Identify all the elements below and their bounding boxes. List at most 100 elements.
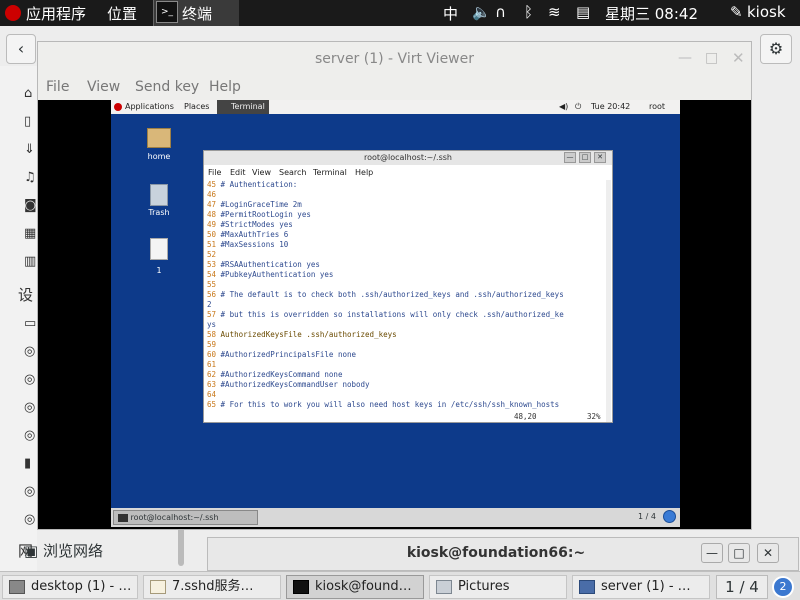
guest-terminal-button[interactable]: Terminal xyxy=(217,100,269,114)
top-bar: 应用程序 位置 >_ 终端 中 🔈 ∩ ᛒ ≋ ▤ 星期三 08:42 ✎ ki… xyxy=(0,0,800,26)
clipboard-icon[interactable]: ▤ xyxy=(576,3,590,21)
maximize-icon[interactable]: □ xyxy=(705,50,718,66)
headphones-icon[interactable]: ∩ xyxy=(495,3,506,21)
taskbar-item-label: Pictures xyxy=(458,579,510,594)
taskbar-item-label: kiosk@found… xyxy=(315,579,412,594)
host-close-icon[interactable]: ✕ xyxy=(757,543,779,563)
notification-icon[interactable]: 2 xyxy=(772,576,794,598)
line-number: 52 xyxy=(207,250,217,259)
trash-icon[interactable]: ▥ xyxy=(24,254,36,269)
guest-power-icon[interactable]: ⏻ xyxy=(575,102,581,112)
terminal-menubar: File Edit View Search Terminal Help xyxy=(204,167,612,179)
host-terminal-title[interactable]: kiosk@foundation66:~ xyxy=(208,538,784,568)
line-number: 46 xyxy=(207,190,217,199)
editor-line: 47 #LoginGraceTime 2m xyxy=(207,200,302,210)
editor-line: 53 #RSAAuthentication yes xyxy=(207,260,320,270)
menu-file[interactable]: File xyxy=(46,79,69,95)
line-text: # Authentication: xyxy=(220,180,298,189)
network-icon: ▣ xyxy=(24,542,39,560)
desktop-icon-trash[interactable]: Trash xyxy=(139,184,179,217)
volume-icon[interactable]: 🔈 xyxy=(472,3,491,21)
host-maximize-icon[interactable]: □ xyxy=(728,543,750,563)
drive-icon[interactable]: ▭ xyxy=(24,316,36,331)
sidebar-scrollbar[interactable] xyxy=(178,526,184,566)
menu-send-key[interactable]: Send key xyxy=(135,79,199,95)
terminal-body[interactable]: 45 # Authentication: 46 47 #LoginGraceTim… xyxy=(207,180,607,423)
drive-icon[interactable]: ◎ xyxy=(24,400,35,415)
window-title[interactable]: server (1) - Virt Viewer xyxy=(38,42,751,76)
desktop-icon-label: Trash xyxy=(148,208,170,217)
downloads-icon[interactable]: ⇓ xyxy=(24,142,35,157)
drive-icon[interactable]: ◎ xyxy=(24,344,35,359)
datetime-clock[interactable]: 星期三 08:42 xyxy=(605,3,698,24)
terminal-menu-view[interactable]: View xyxy=(252,168,271,177)
editor-line: 55 xyxy=(207,280,216,290)
terminal-title[interactable]: root@localhost:~/.ssh xyxy=(204,151,612,165)
terminal-menu-help[interactable]: Help xyxy=(355,168,373,177)
music-icon[interactable]: ♫ xyxy=(24,170,36,185)
guest-clock[interactable]: Tue 20:42 xyxy=(591,102,630,111)
line-text: ys xyxy=(207,320,217,329)
desktop-icon-label: 1 xyxy=(156,266,162,275)
terminal-menu-terminal[interactable]: Terminal xyxy=(313,168,347,177)
guest-places-menu[interactable]: Places xyxy=(184,102,209,111)
documents-icon[interactable]: ▯ xyxy=(24,114,31,129)
input-method-indicator[interactable]: 中 xyxy=(443,3,458,24)
terminal-maximize-icon[interactable]: □ xyxy=(579,152,591,163)
line-text: #LoginGraceTime 2m xyxy=(220,200,302,209)
minimize-icon[interactable]: — xyxy=(678,50,692,66)
usb-icon[interactable]: ▮ xyxy=(24,456,31,471)
close-icon[interactable]: ✕ xyxy=(732,49,745,67)
taskbar-item-desktop[interactable]: desktop (1) - … xyxy=(2,575,138,599)
workspace-pager[interactable]: 1 / 4 xyxy=(716,575,768,599)
guest-applications-menu[interactable]: Applications xyxy=(125,102,174,111)
drive-icon[interactable]: ◎ xyxy=(24,512,35,527)
virt-viewer-window: server (1) - Virt Viewer — □ ✕ File View… xyxy=(37,41,752,530)
user-menu[interactable]: kiosk xyxy=(747,3,786,21)
taskbar-item-sshd[interactable]: 7.sshd服务… xyxy=(143,575,281,599)
wifi-icon[interactable]: ≋ xyxy=(548,3,561,21)
drive-icon[interactable]: ◎ xyxy=(24,372,35,387)
line-text: #MaxAuthTries 6 xyxy=(220,230,289,239)
line-text: # For this to work you will also need ho… xyxy=(220,400,560,409)
line-number: 53 xyxy=(207,260,221,269)
taskbar-item-pictures[interactable]: Pictures xyxy=(429,575,567,599)
drive-icon[interactable]: ◎ xyxy=(24,428,35,443)
browse-network-item[interactable]: ▣ 浏览网络 xyxy=(24,540,103,561)
line-number: 56 xyxy=(207,290,221,299)
bluetooth-icon[interactable]: ᛒ xyxy=(524,3,533,21)
back-button[interactable]: ‹ xyxy=(6,34,36,64)
terminal-menu-search[interactable]: Search xyxy=(279,168,306,177)
terminal-minimize-icon[interactable]: — xyxy=(564,152,576,163)
videos-icon[interactable]: ▦ xyxy=(24,226,36,241)
line-number: 47 xyxy=(207,200,221,209)
line-number: 63 xyxy=(207,380,221,389)
host-minimize-icon[interactable]: — xyxy=(701,543,723,563)
places-menu[interactable]: 位置 xyxy=(107,3,137,24)
guest-task-button[interactable]: root@localhost:~/.ssh xyxy=(113,510,258,525)
taskbar-item-kiosk-terminal[interactable]: kiosk@found… xyxy=(286,575,424,599)
user-icon[interactable]: ✎ xyxy=(730,3,743,21)
menu-help[interactable]: Help xyxy=(209,79,241,95)
applications-menu[interactable]: 应用程序 xyxy=(26,3,86,24)
terminal-menu-edit[interactable]: Edit xyxy=(230,168,246,177)
terminal-close-icon[interactable]: ✕ xyxy=(594,152,606,163)
terminal-menu-file[interactable]: File xyxy=(208,168,221,177)
menu-view[interactable]: View xyxy=(87,79,120,95)
desktop-icon-home[interactable]: home xyxy=(139,128,179,161)
terminal-app-button[interactable]: >_ 终端 xyxy=(153,0,239,26)
drive-icon[interactable]: ◎ xyxy=(24,484,35,499)
guest-desktop[interactable]: Applications Places Terminal ◀) ⏻ Tue 20… xyxy=(111,100,680,527)
guest-user-menu[interactable]: root xyxy=(649,102,665,111)
settings-gear-button[interactable]: ⚙ xyxy=(760,34,792,64)
pictures-icon[interactable]: ◙ xyxy=(24,198,37,213)
terminal-scrollbar[interactable] xyxy=(606,180,611,422)
guest-topbar: Applications Places Terminal ◀) ⏻ Tue 20… xyxy=(111,100,680,114)
guest-volume-icon[interactable]: ◀) xyxy=(559,102,568,111)
editor-line: 52 xyxy=(207,250,216,260)
home-icon[interactable]: ⌂ xyxy=(24,86,32,101)
guest-notification-icon[interactable] xyxy=(663,510,676,523)
desktop-icon-file[interactable]: 1 xyxy=(139,238,179,275)
guest-workspace-pager[interactable]: 1 / 4 xyxy=(638,512,656,521)
taskbar-item-server[interactable]: server (1) - … xyxy=(572,575,710,599)
